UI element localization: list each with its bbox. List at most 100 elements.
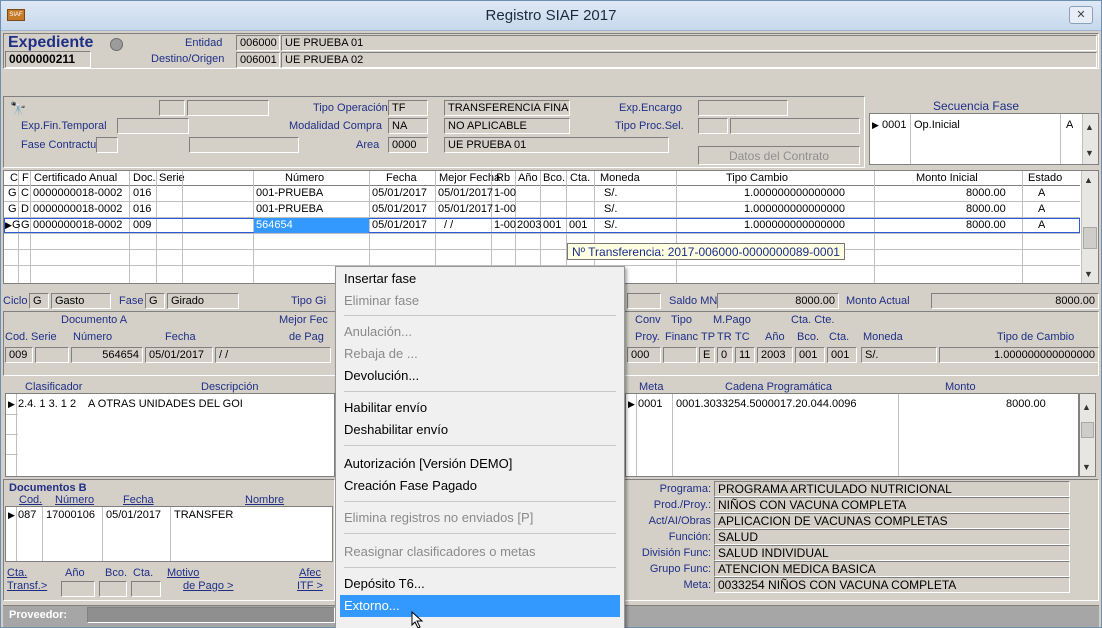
row1-rb[interactable]: 1-00 [494,187,516,200]
row2-moneda[interactable]: S/. [604,203,617,216]
col-header-c[interactable]: C [10,172,18,184]
scroll-up-icon[interactable]: ▲ [1084,175,1093,185]
scroll-up-icon[interactable]: ▲ [1085,122,1094,132]
row2-tipo-cambio[interactable]: 1.000000000000000 [744,203,845,216]
meta-grid-scrollbar[interactable]: ▲ ▼ [1079,393,1096,477]
scroll-down-icon[interactable]: ▼ [1085,148,1094,158]
secuencia-code[interactable]: 0001 [882,119,906,132]
row1-tipo-cambio[interactable]: 1.000000000000000 [744,187,845,200]
row1-estado[interactable]: A [1038,187,1045,200]
row3-estado[interactable]: A [1038,219,1045,232]
menu-elimina-registros[interactable]: Elimina registros no enviados [P] [340,507,620,529]
row3-anio[interactable]: 2003 [517,219,541,232]
secuencia-scrollbar[interactable]: ▲ ▼ [1082,114,1098,164]
row1-f[interactable]: C [21,187,29,200]
col-header-certificado[interactable]: Certificado Anual [34,172,117,184]
menu-devolucion[interactable]: Devolución... [340,365,620,387]
scroll-thumb[interactable] [1081,422,1094,438]
col-header-tipo-cambio[interactable]: Tipo Cambio [726,172,788,184]
col-header-f[interactable]: F [22,172,29,184]
col-header-moneda[interactable]: Moneda [600,172,640,184]
row3-doc[interactable]: 009 [133,219,151,232]
menu-extorno[interactable]: Extorno... [340,595,620,617]
cadena-value[interactable]: 0001.3033254.5000017.20.044.0096 [676,398,856,411]
row2-c[interactable]: G [8,203,17,216]
menu-insertar-fase[interactable]: Insertar fase [340,268,620,290]
menu-rebaja[interactable]: Rebaja de ... [340,343,620,365]
row3-rb[interactable]: 1-00 [494,219,516,232]
row2-doc[interactable]: 016 [133,203,151,216]
col-header-estado[interactable]: Estado [1028,172,1062,184]
docb-numero[interactable]: 17000106 [46,509,95,522]
row2-numero[interactable]: 001-PRUEBA [256,203,323,216]
row3-numero[interactable]: 564654 [254,218,369,233]
row1-moneda[interactable]: S/. [604,187,617,200]
clasificador-value[interactable]: 2.4. 1 3. 1 2 [18,398,76,411]
menu-reasignar-clasificadores[interactable]: Reasignar clasificadores o metas [340,541,620,563]
cta-transf-label-2[interactable]: Transf.> [7,580,47,592]
row3-certificado[interactable]: 0000000018-0002 [33,219,122,232]
row3-tipo-cambio[interactable]: 1.000000000000000 [744,219,845,232]
menu-eliminar-fase[interactable]: Eliminar fase [340,290,620,312]
col-header-doc[interactable]: Doc. [133,172,156,184]
row1-mejor-fecha[interactable]: 05/01/2017 [438,187,493,200]
clasificador-grid[interactable]: ▶ 2.4. 1 3. 1 2 A OTRAS UNIDADES DEL GOI [5,393,335,477]
row1-doc[interactable]: 016 [133,187,151,200]
afec-itf-label-2[interactable]: ITF > [297,580,323,592]
row3-mejor-fecha[interactable]: / / [444,219,453,232]
col-header-fecha[interactable]: Fecha [386,172,417,184]
docb-fecha[interactable]: 05/01/2017 [106,509,161,522]
col-header-numero[interactable]: Número [285,172,324,184]
title-bar[interactable]: SIAF Registro SIAF 2017 ✕ [1,1,1101,31]
monto-value[interactable]: 8000.00 [1006,398,1046,411]
cta-transf-label-1[interactable]: Cta. [7,567,27,579]
row2-monto[interactable]: 8000.00 [966,203,1006,216]
col-header-serie[interactable]: Serie [159,172,185,184]
secuencia-estado[interactable]: A [1066,119,1073,132]
scroll-up-icon[interactable]: ▲ [1082,402,1091,412]
docb-cod[interactable]: 087 [18,509,36,522]
motivo-pago-label-2[interactable]: de Pago > [183,580,233,592]
descripcion-value[interactable]: A OTRAS UNIDADES DEL GOI [88,398,243,411]
row2-fecha[interactable]: 05/01/2017 [372,203,427,216]
row3-monto[interactable]: 8000.00 [966,219,1006,232]
close-button[interactable]: ✕ [1069,6,1093,24]
row3-cta[interactable]: 001 [569,219,587,232]
documentos-b-grid[interactable]: ▶ 087 17000106 05/01/2017 TRANSFER [5,506,333,562]
row1-numero[interactable]: 001-PRUEBA [256,187,323,200]
menu-autorizacion[interactable]: Autorización [Versión DEMO] [340,453,620,475]
afec-itf-label-1[interactable]: Afec [299,567,321,579]
row3-moneda[interactable]: S/. [604,219,617,232]
row3-fecha[interactable]: 05/01/2017 [372,219,427,232]
fases-grid-scrollbar[interactable]: ▲ ▼ [1081,171,1098,283]
datos-contrato-button[interactable]: Datos del Contrato [698,146,860,165]
row1-c[interactable]: G [8,187,17,200]
row3-f[interactable]: G [21,219,30,232]
row2-rb[interactable]: 1-00 [494,203,516,216]
menu-deshabilitar-envio[interactable]: Deshabilitar envío [340,419,620,441]
secuencia-fase-grid[interactable]: ▶ 0001 Op.Inicial A ▲ ▼ [869,113,1099,165]
col-header-monto-inicial[interactable]: Monto Inicial [916,172,978,184]
motivo-pago-label-1[interactable]: Motivo [167,567,199,579]
meta-grid[interactable]: ▶ 0001 0001.3033254.5000017.20.044.0096 … [625,393,1079,477]
menu-anulacion[interactable]: Anulación... [340,321,620,343]
scroll-down-icon[interactable]: ▼ [1082,462,1091,472]
row2-certificado[interactable]: 0000000018-0002 [33,203,122,216]
menu-deposito-t6[interactable]: Depósito T6... [340,573,620,595]
row3-bco[interactable]: 001 [543,219,561,232]
col-header-rb[interactable]: Rb [496,172,510,184]
scroll-down-icon[interactable]: ▼ [1084,269,1093,279]
scroll-thumb[interactable] [1083,227,1097,249]
row1-certificado[interactable]: 0000000018-0002 [33,187,122,200]
meta-value[interactable]: 0001 [638,398,662,411]
row2-mejor-fecha[interactable]: 05/01/2017 [438,203,493,216]
secuencia-name[interactable]: Op.Inicial [914,119,960,132]
col-header-bco[interactable]: Bco. [543,172,565,184]
col-header-anio[interactable]: Año [518,172,538,184]
row2-estado[interactable]: A [1038,203,1045,216]
menu-creacion-fase-pagado[interactable]: Creación Fase Pagado [340,475,620,497]
docb-nombre[interactable]: TRANSFER [174,509,233,522]
row2-f[interactable]: D [21,203,29,216]
row3-c[interactable]: G [12,219,21,232]
menu-habilitar-envio[interactable]: Habilitar envío [340,397,620,419]
